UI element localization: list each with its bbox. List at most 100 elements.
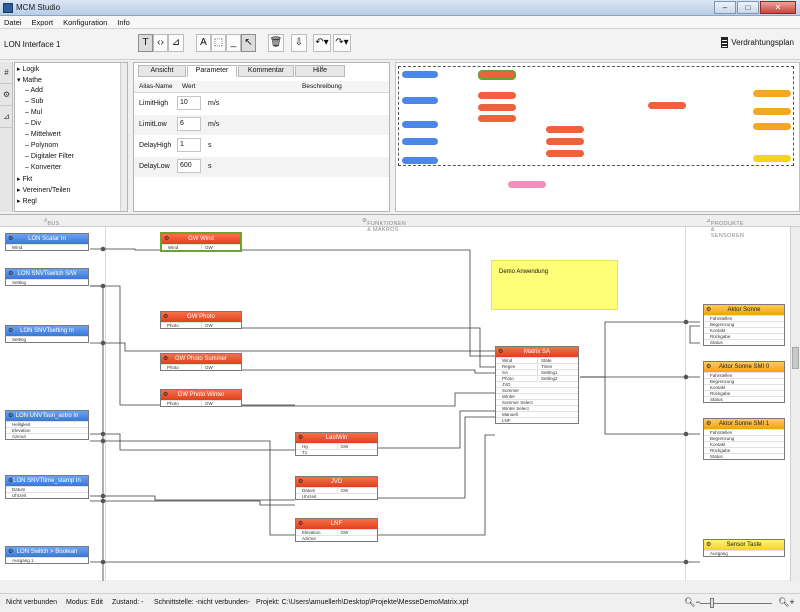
menu-konfiguration[interactable]: Konfiguration	[59, 16, 111, 29]
line-tool-icon[interactable]: _	[226, 34, 241, 52]
bus-connector	[683, 319, 689, 325]
select-rect-icon[interactable]: ⬚	[211, 34, 226, 52]
menu-info[interactable]: Info	[113, 16, 134, 29]
hash-tab-icon[interactable]: #	[0, 62, 13, 84]
node-aktor-sonne-smi-0[interactable]: ⚙ Aktor Sonne SMI 0 Fahrstellen Begrenzun…	[703, 361, 785, 403]
font-tool-icon[interactable]: A	[196, 34, 211, 52]
node-lnf[interactable]: ⚙ LNF Elevation GW Azimut	[295, 518, 378, 542]
zoom-slider-handle[interactable]	[710, 598, 714, 608]
minimap-node	[753, 123, 791, 130]
function-tree: ▸ Logik ▾ Mathe ‒ Add ‒ Sub ‒ Mul ‒ Div …	[14, 62, 128, 212]
header-beschreibung: Beschreibung	[302, 83, 342, 90]
wiring-plan-icon	[721, 37, 729, 48]
parameter-value-field[interactable]: 6	[177, 117, 201, 131]
node-lon-scalar-in[interactable]: ⚙ LON Scalar In Wind	[5, 233, 89, 251]
parameter-unit: s	[208, 163, 212, 170]
node-lastwin[interactable]: ⚙ LastWin Hg GW T1	[295, 432, 378, 456]
gear-icon: ⚙	[8, 549, 14, 555]
verdrahtungsplan-button[interactable]: Verdrahtungsplan	[721, 37, 794, 48]
node-gw-photo[interactable]: ⚙ GW Photo Photo GW	[160, 311, 242, 329]
node-jvd[interactable]: ⚙ JVD Datum GW Uhrzeit	[295, 476, 378, 500]
node-gw-photo-winter[interactable]: ⚙ GW Photo Winter Photo GW	[160, 389, 242, 407]
tree-item-logik[interactable]: ▸ Logik	[17, 65, 39, 73]
tree-item-div[interactable]: ‒ Div	[25, 120, 41, 127]
overview-minimap[interactable]	[395, 62, 800, 212]
bus-connector	[100, 340, 106, 346]
gear-icon: ⚙	[8, 478, 14, 484]
minimap-node	[508, 181, 546, 188]
node-gw-photo-summer[interactable]: ⚙ GW Photo Summer Photo GW	[160, 353, 242, 371]
node-lon-snvttime-stamp-in[interactable]: ⚙ LON SNVTtime_stamp In Datum Uhrzeit	[5, 475, 89, 499]
undo-icon[interactable]: ↶▾	[313, 34, 331, 52]
minimap-viewport[interactable]	[398, 66, 794, 166]
document-tab[interactable]: LON Interface 1	[4, 40, 60, 49]
bus-connector	[100, 498, 106, 504]
bus-connector	[683, 559, 689, 565]
tree-item-sub[interactable]: ‒ Sub	[25, 98, 43, 105]
node-aktor-sonne-smi-1[interactable]: ⚙ Aktor Sonne SMI 1 Fahrstellen Begrenzun…	[703, 418, 785, 460]
node-lon-snvtsetting-in[interactable]: ⚙ LON SNVTsetting In Setting	[5, 325, 89, 343]
gear-icon: ⚙	[8, 271, 14, 277]
menu-export[interactable]: Export	[27, 16, 57, 29]
gear-tab-icon[interactable]: ⚙	[0, 84, 13, 106]
minimize-button[interactable]: –	[714, 1, 736, 14]
tree-item-polynom[interactable]: ‒ Polynom	[25, 142, 58, 149]
parameter-value-field[interactable]: 10	[177, 96, 201, 110]
node-lon-unvtsun-astro-in[interactable]: ⚙ LON UNVTsun_astro In Helligkeit Elevati…	[5, 410, 89, 440]
minimap-node	[546, 138, 584, 145]
parameter-row: DelayHigh 1 s	[134, 136, 389, 156]
tree-item-konverter[interactable]: ‒ Konverter	[25, 164, 61, 171]
tab-hilfe[interactable]: Hilfe	[295, 65, 345, 77]
minimap-node	[478, 104, 516, 111]
tree-item-mathe[interactable]: ▾ Mathe	[17, 76, 42, 84]
parameter-value-field[interactable]: 1	[177, 138, 201, 152]
zoom-in-icon[interactable]: 🔍︎+	[778, 597, 795, 608]
canvas-vertical-scrollbar[interactable]	[790, 227, 800, 581]
text-tool-icon[interactable]: T	[138, 34, 153, 52]
parameter-row: LimitHigh 10 m/s	[134, 94, 389, 114]
gear-icon: ⚙	[706, 421, 712, 427]
node-aktor-sonne[interactable]: ⚙ Aktor Sonne Fahrstellen Begrenzung Kont…	[703, 304, 785, 346]
wiring-canvas[interactable]: # BUS ⚙ FUNKTIONEN & MAKROS ⊿ PRODUKTE &…	[0, 214, 800, 581]
header-alias-name: Alias-Name	[139, 83, 173, 90]
node-lon-switch-boolean[interactable]: ⚙ LON Switch > Boolean Ausgang 1	[5, 546, 89, 564]
tree-item-mul[interactable]: ‒ Mul	[25, 109, 42, 116]
scrollbar-thumb[interactable]	[792, 347, 799, 369]
minimap-node	[478, 115, 516, 122]
delete-icon[interactable]: 🗑	[268, 34, 284, 52]
pointer-tool-icon[interactable]: ↖	[241, 34, 256, 52]
sticky-note[interactable]: Demo Anwendung	[491, 260, 618, 310]
parameter-value-field[interactable]: 600	[177, 159, 201, 173]
status-bar: Nicht verbunden Modus: Edit Zustand: - S…	[0, 593, 800, 612]
import-icon[interactable]: ⇩	[291, 34, 307, 52]
tab-parameter[interactable]: Parameter	[187, 65, 237, 77]
gear-icon: ⚙	[298, 521, 304, 527]
node-lon-snvtswitch[interactable]: ⚙ LON SNVTswitch S/W Setting	[5, 268, 89, 286]
tab-kommentar[interactable]: Kommentar	[238, 65, 294, 77]
chart-tool-icon[interactable]: ⊿	[168, 34, 184, 52]
zoom-control[interactable]: 🔍︎− 🔍︎+	[680, 597, 795, 610]
redo-icon[interactable]: ↷▾	[333, 34, 351, 52]
menu-datei[interactable]: Datei	[0, 16, 26, 29]
zoom-out-icon[interactable]: 🔍︎−	[684, 597, 701, 608]
tree-item-digitaler-filter[interactable]: ‒ Digitaler Filter	[25, 153, 74, 160]
tree-item-regl[interactable]: ▸ Regl	[17, 197, 37, 205]
tree-item-add[interactable]: ‒ Add	[25, 87, 43, 94]
code-tool-icon[interactable]: ‹›	[153, 34, 168, 52]
bus-connector	[100, 559, 106, 565]
node-matrix-sa[interactable]: ⚙ Matrix SA Wind State Regen Timer SA Settin…	[495, 346, 579, 424]
node-gw-wind[interactable]: ⚙ GW Wind Wind GW	[160, 232, 242, 252]
maximize-button[interactable]: □	[737, 1, 759, 14]
chart-tab-icon[interactable]: ⊿	[0, 106, 13, 128]
node-sensor-taste[interactable]: ⚙ Sensor Taste Ausgang	[703, 539, 785, 557]
tree-item-mittelwert[interactable]: ‒ Mittelwert	[25, 131, 61, 138]
tree-item-vereinen-teilen[interactable]: ▸ Vereinen/Teilen	[17, 186, 70, 194]
close-button[interactable]: ✕	[760, 1, 796, 14]
tree-item-fkt[interactable]: ▸ Fkt	[17, 175, 32, 183]
wire-connections	[90, 246, 700, 581]
parameter-unit: m/s	[208, 100, 220, 107]
bus-connector	[100, 246, 106, 252]
tab-ansicht[interactable]: Ansicht	[138, 65, 186, 77]
tree-scrollbar[interactable]	[120, 63, 127, 211]
minimap-node	[402, 138, 438, 145]
